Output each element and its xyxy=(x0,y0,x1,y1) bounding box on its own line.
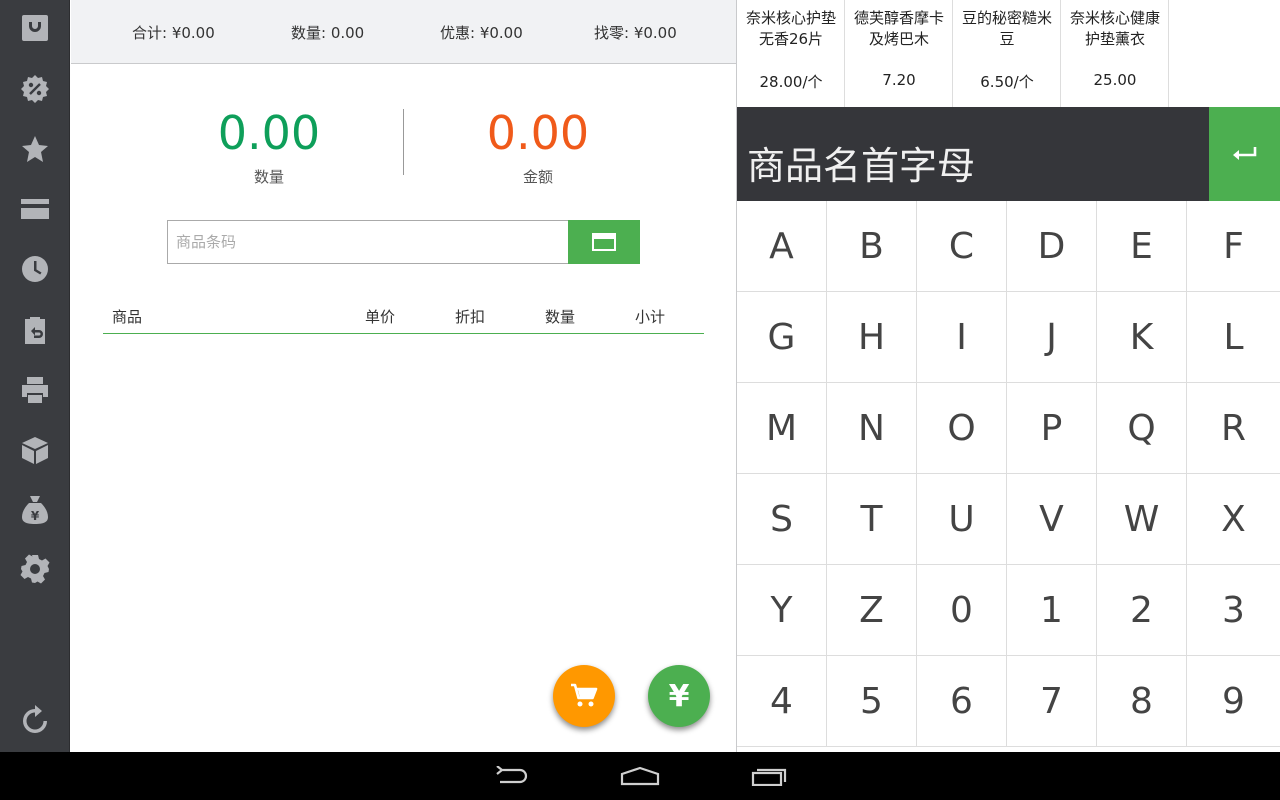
product-card[interactable]: 奈米核心健康护垫薰衣 25.00 xyxy=(1061,0,1169,107)
col-subtotal: 小计 xyxy=(635,308,666,326)
key-c[interactable]: C xyxy=(917,201,1007,292)
col-price: 单价 xyxy=(365,308,396,326)
refresh-icon[interactable] xyxy=(15,701,55,741)
svg-text:¥: ¥ xyxy=(31,509,40,523)
key-p[interactable]: P xyxy=(1007,383,1097,474)
key-8[interactable]: 8 xyxy=(1097,656,1187,747)
product-price: 7.20 xyxy=(882,71,916,89)
table-header-divider xyxy=(103,333,704,334)
home-icon[interactable] xyxy=(610,760,670,792)
product-price: 6.50/个 xyxy=(980,73,1034,91)
key-3[interactable]: 3 xyxy=(1187,565,1280,656)
key-m[interactable]: M xyxy=(737,383,827,474)
gear-icon[interactable] xyxy=(15,549,55,589)
summary-quantity: 数量: 0.00 xyxy=(291,24,365,42)
col-quantity: 数量 xyxy=(545,308,576,326)
yen-icon: ¥ xyxy=(668,678,690,714)
back-icon[interactable] xyxy=(482,760,542,792)
summary-total: 合计: ¥0.00 xyxy=(132,24,215,42)
key-j[interactable]: J xyxy=(1007,292,1097,383)
cart-button[interactable] xyxy=(553,665,615,727)
amount-value: 0.00 xyxy=(486,106,590,160)
col-discount: 折扣 xyxy=(455,308,486,326)
card-icon[interactable] xyxy=(15,189,55,229)
star-icon[interactable] xyxy=(15,129,55,169)
key-l[interactable]: L xyxy=(1187,292,1280,383)
sidebar: ¥ xyxy=(0,0,70,752)
summary-bar: 合计: ¥0.00 数量: 0.00 优惠: ¥0.00 找零: ¥0.00 xyxy=(71,0,736,64)
key-k[interactable]: K xyxy=(1097,292,1187,383)
cart-icon xyxy=(571,683,598,707)
key-2[interactable]: 2 xyxy=(1097,565,1187,656)
cart-panel: 合计: ¥0.00 数量: 0.00 优惠: ¥0.00 找零: ¥0.00 0… xyxy=(71,0,736,752)
summary-change: 找零: ¥0.00 xyxy=(594,24,677,42)
key-o[interactable]: O xyxy=(917,383,1007,474)
col-product: 商品 xyxy=(112,308,143,326)
key-b[interactable]: B xyxy=(827,201,917,292)
recents-icon[interactable] xyxy=(739,760,799,792)
key-5[interactable]: 5 xyxy=(827,656,917,747)
key-6[interactable]: 6 xyxy=(917,656,1007,747)
key-h[interactable]: H xyxy=(827,292,917,383)
stats-divider xyxy=(403,109,404,175)
key-1[interactable]: 1 xyxy=(1007,565,1097,656)
initials-display: 商品名首字母 xyxy=(737,107,1209,201)
quantity-value: 0.00 xyxy=(217,106,321,160)
bag-icon[interactable] xyxy=(15,8,55,48)
product-name: 奈米核心健康护垫薰衣 xyxy=(1069,9,1160,48)
key-v[interactable]: V xyxy=(1007,474,1097,565)
discount-icon[interactable] xyxy=(15,69,55,109)
product-card[interactable]: 奈米核心护垫无香26片 28.00/个 xyxy=(737,0,845,107)
key-t[interactable]: T xyxy=(827,474,917,565)
product-name: 德芙醇香摩卡及烤巴木 xyxy=(853,9,944,48)
key-e[interactable]: E xyxy=(1097,201,1187,292)
product-price: 28.00/个 xyxy=(759,73,823,91)
clock-icon[interactable] xyxy=(15,249,55,289)
initials-title: 商品名首字母 xyxy=(747,144,976,188)
key-s[interactable]: S xyxy=(737,474,827,565)
key-w[interactable]: W xyxy=(1097,474,1187,565)
box-icon[interactable] xyxy=(15,430,55,470)
key-n[interactable]: N xyxy=(827,383,917,474)
enter-button[interactable] xyxy=(1209,107,1280,201)
product-card[interactable]: 豆的秘密糙米豆 6.50/个 xyxy=(953,0,1061,107)
key-f[interactable]: F xyxy=(1187,201,1280,292)
key-z[interactable]: Z xyxy=(827,565,917,656)
key-x[interactable]: X xyxy=(1187,474,1280,565)
key-i[interactable]: I xyxy=(917,292,1007,383)
key-g[interactable]: G xyxy=(737,292,827,383)
key-a[interactable]: A xyxy=(737,201,827,292)
print-icon[interactable] xyxy=(15,370,55,410)
pay-button[interactable]: ¥ xyxy=(648,665,710,727)
return-icon[interactable] xyxy=(15,310,55,350)
pos-app: ¥ 合计: ¥0.00 数量: 0.00 优惠: ¥0.00 找零: ¥0.00… xyxy=(0,0,1280,800)
scan-button[interactable] xyxy=(568,220,640,264)
barcode-input[interactable] xyxy=(168,221,568,263)
system-nav-bar xyxy=(0,752,1280,800)
key-0[interactable]: 0 xyxy=(917,565,1007,656)
key-y[interactable]: Y xyxy=(737,565,827,656)
key-7[interactable]: 7 xyxy=(1007,656,1097,747)
money-bag-icon[interactable]: ¥ xyxy=(15,490,55,530)
product-name: 豆的秘密糙米豆 xyxy=(961,9,1052,48)
product-card[interactable]: 德芙醇香摩卡及烤巴木 7.20 xyxy=(845,0,953,107)
enter-icon xyxy=(1233,147,1257,160)
product-panel: 奈米核心护垫无香26片 28.00/个 德芙醇香摩卡及烤巴木 7.20 豆的秘密… xyxy=(736,0,1280,752)
key-u[interactable]: U xyxy=(917,474,1007,565)
card-reader-icon xyxy=(592,233,616,251)
amount-label: 金额 xyxy=(522,168,553,186)
summary-discount: 优惠: ¥0.00 xyxy=(440,24,523,42)
key-d[interactable]: D xyxy=(1007,201,1097,292)
key-4[interactable]: 4 xyxy=(737,656,827,747)
product-price: 25.00 xyxy=(1093,71,1137,89)
key-r[interactable]: R xyxy=(1187,383,1280,474)
product-name: 奈米核心护垫无香26片 xyxy=(745,9,836,48)
barcode-field xyxy=(167,220,569,264)
key-9[interactable]: 9 xyxy=(1187,656,1280,747)
key-q[interactable]: Q xyxy=(1097,383,1187,474)
quantity-label: 数量 xyxy=(253,168,284,186)
